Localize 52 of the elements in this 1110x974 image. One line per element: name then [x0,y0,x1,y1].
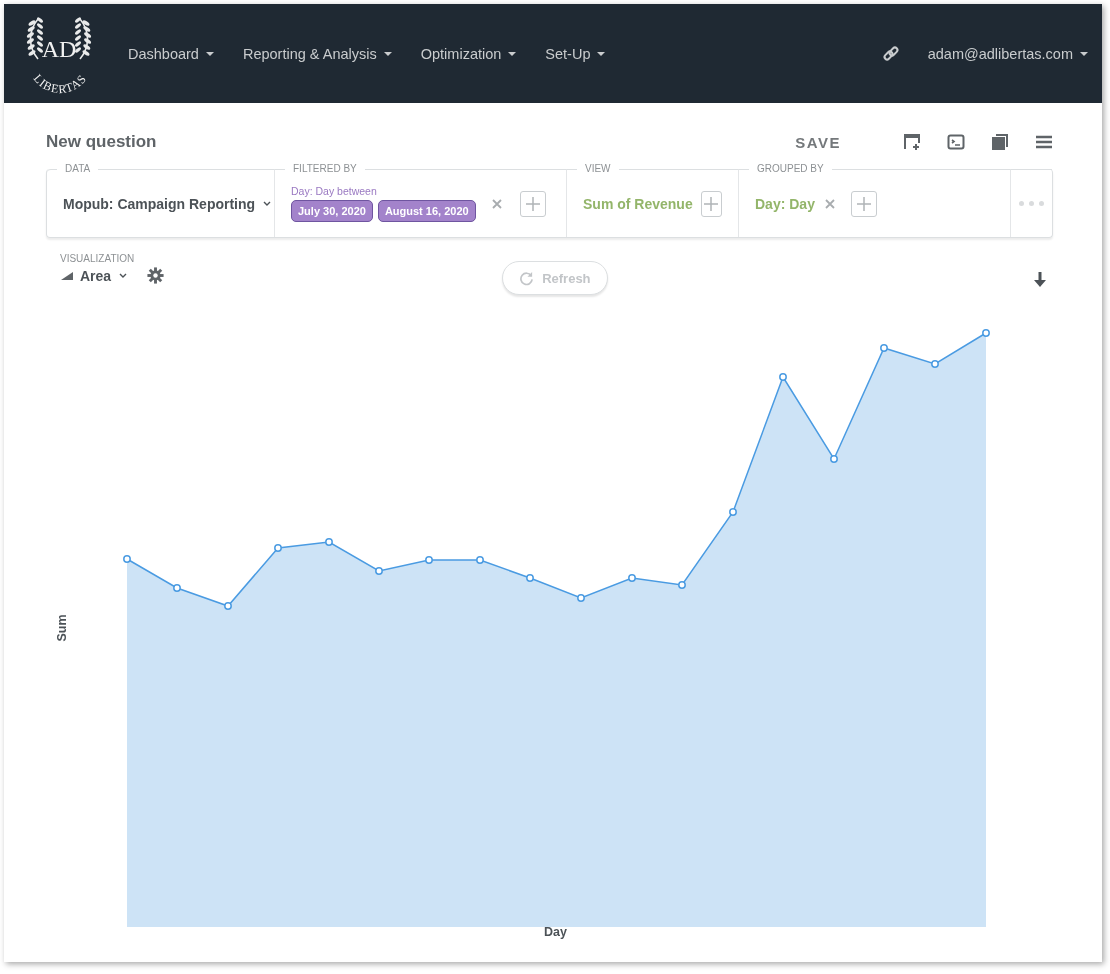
data-point [425,556,433,564]
section-label: VIEW [577,163,619,174]
chevron-icon [263,200,272,207]
nav-menu[interactable]: Dashboard [128,45,214,62]
plus-icon [524,195,541,212]
add-to-dashboard-icon[interactable] [903,133,921,151]
y-axis-label: Sum [54,614,69,642]
area-chart-icon [60,270,74,281]
data-point [931,360,939,368]
nav-menu[interactable]: Reporting & Analysis [242,45,392,62]
section-label: FILTERED BY [285,163,365,174]
copy-icon[interactable] [991,133,1009,151]
question-title: New question [46,132,158,152]
data-point [476,556,484,564]
data-point [224,602,232,610]
data-point [577,594,585,602]
logo-text: AD [41,35,77,62]
download-icon[interactable] [1033,271,1047,287]
x-axis-label: Day [544,925,567,939]
section-label: DATA [57,163,99,174]
data-point [779,373,787,381]
data-point [982,329,990,337]
link-icon[interactable] [881,44,900,63]
chevron-icon [119,272,128,279]
visualization-label: VISUALIZATION [60,253,136,264]
data-point [325,538,333,546]
nav-menu[interactable]: Set-Up [545,45,606,62]
data-point [526,574,534,582]
visualization-select[interactable]: Area [80,267,128,284]
filter-title[interactable]: Day: Day between [291,185,476,197]
menu-icon[interactable] [1035,133,1053,151]
nav-menu[interactable]: Optimization [420,45,517,62]
plus-icon [703,195,720,212]
data-point [173,584,181,592]
save-button[interactable]: SAVE [789,132,847,152]
settings-icon[interactable] [147,267,165,284]
data-point [830,455,838,463]
data-point [123,555,131,563]
data-point [375,567,383,575]
data-point [678,581,686,589]
plus-icon [855,195,872,212]
refresh-icon [519,270,535,286]
section-label: GROUPED BY [749,163,832,174]
laurel-icon [26,16,43,60]
data-point [880,344,888,352]
laurel-icon [75,16,92,60]
console-icon[interactable] [947,133,965,151]
data-point [628,574,636,582]
data-point [274,544,282,552]
data-source-select[interactable]: Mopub: Campaign Reporting [63,195,272,212]
data-point [729,508,737,516]
user-menu[interactable]: adam@adlibertas.com [927,45,1088,62]
